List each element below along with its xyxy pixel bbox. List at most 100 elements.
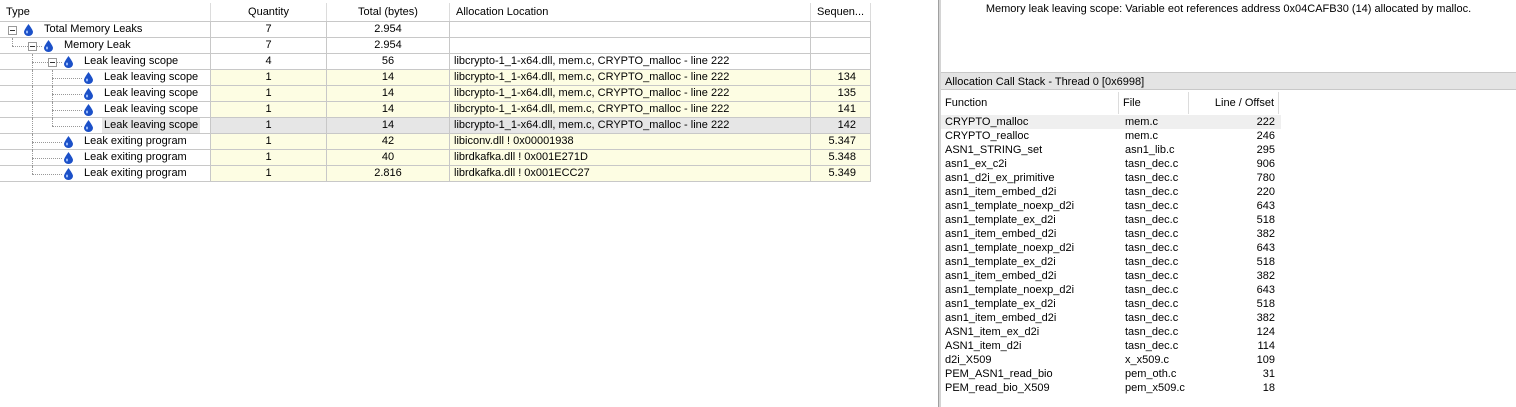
frame-function: PEM_read_bio_X509 (945, 382, 1050, 394)
column-header-type[interactable]: Type (0, 3, 211, 21)
tree-row[interactable]: Memory Leak 7 2.954 (0, 38, 871, 54)
frame-function: CRYPTO_realloc (945, 130, 1029, 142)
call-stack-frame[interactable]: asn1_template_noexp_d2i tasn_dec.c 643 (941, 283, 1281, 297)
row-type-label: Leak exiting program (84, 135, 187, 147)
frame-line-offset: 382 (1256, 228, 1275, 240)
frame-file: tasn_dec.c (1125, 340, 1179, 352)
frame-line-offset: 382 (1256, 312, 1275, 324)
sequence-cell: 141 (811, 102, 871, 118)
sequence-cell (811, 38, 871, 54)
type-cell: Leak exiting program (0, 166, 211, 182)
type-cell: Leak exiting program (0, 134, 211, 150)
call-stack-frame[interactable]: asn1_template_noexp_d2i tasn_dec.c 643 (941, 199, 1281, 213)
water-drop-icon (64, 56, 73, 68)
frame-file: tasn_dec.c (1125, 200, 1179, 212)
call-stack-frame[interactable]: asn1_item_embed_d2i tasn_dec.c 220 (941, 185, 1281, 199)
frame-function: ASN1_STRING_set (945, 144, 1043, 156)
allocation-location-cell (450, 38, 811, 54)
call-stack-frame[interactable]: PEM_read_bio_X509 pem_x509.c 18 (941, 381, 1281, 395)
frame-file: tasn_dec.c (1125, 186, 1179, 198)
call-stack-frame[interactable]: PEM_ASN1_read_bio pem_oth.c 31 (941, 367, 1281, 381)
tree-connector (32, 54, 33, 70)
frame-file: tasn_dec.c (1125, 172, 1179, 184)
total-bytes-cell: 56 (327, 54, 450, 70)
call-stack-frame[interactable]: ASN1_item_d2i tasn_dec.c 114 (941, 339, 1281, 353)
sequence-cell: 5.347 (811, 134, 871, 150)
tree-connector (32, 62, 62, 63)
call-stack-frame[interactable]: CRYPTO_realloc mem.c 246 (941, 129, 1281, 143)
collapse-box-icon[interactable] (8, 26, 17, 35)
call-stack-frame[interactable]: asn1_template_noexp_d2i tasn_dec.c 643 (941, 241, 1281, 255)
frame-file: tasn_dec.c (1125, 214, 1179, 226)
frame-line-offset: 18 (1262, 382, 1275, 394)
tree-connector (52, 126, 82, 127)
call-stack-frame[interactable]: asn1_item_embed_d2i tasn_dec.c 382 (941, 227, 1281, 241)
call-stack-frame[interactable]: asn1_template_ex_d2i tasn_dec.c 518 (941, 255, 1281, 269)
frame-line-offset: 643 (1256, 284, 1275, 296)
frame-line-offset: 295 (1256, 144, 1275, 156)
frame-line-offset: 906 (1256, 158, 1275, 170)
quantity-cell: 1 (211, 86, 327, 102)
tree-connector (52, 70, 53, 86)
column-header-line-offset[interactable]: Line / Offset (1189, 92, 1279, 114)
call-stack-frame[interactable]: asn1_item_embed_d2i tasn_dec.c 382 (941, 269, 1281, 283)
row-type-label: Leak leaving scope (84, 55, 179, 67)
frame-file: mem.c (1125, 116, 1158, 128)
water-drop-icon (64, 168, 73, 180)
call-stack-header: Function File Line / Offset (941, 92, 1281, 114)
tree-row[interactable]: Total Memory Leaks 7 2.954 (0, 22, 871, 38)
tree-connector (52, 102, 53, 118)
collapse-box-icon[interactable] (28, 42, 37, 51)
frame-line-offset: 643 (1256, 242, 1275, 254)
tree-row[interactable]: Leak exiting program 1 2.816 librdkafka.dll… (0, 166, 871, 182)
quantity-cell: 7 (211, 22, 327, 38)
call-stack-frame[interactable]: asn1_ex_c2i tasn_dec.c 906 (941, 157, 1281, 171)
column-header-function[interactable]: Function (941, 92, 1119, 114)
frame-line-offset: 114 (1257, 340, 1275, 352)
total-bytes-cell: 14 (327, 118, 450, 134)
tree-row[interactable]: Leak exiting program 1 40 librdkafka.dll ! … (0, 150, 871, 166)
quantity-cell: 1 (211, 134, 327, 150)
call-stack-frame[interactable]: ASN1_STRING_set asn1_lib.c 295 (941, 143, 1281, 157)
call-stack-frame[interactable]: d2i_X509 x_x509.c 109 (941, 353, 1281, 367)
row-type-label: Memory Leak (64, 39, 131, 51)
tree-row[interactable]: Leak leaving scope 1 14 libcrypto-1_1-x64.d… (0, 70, 871, 86)
tree-row[interactable]: Leak leaving scope 1 14 libcrypto-1_1-x64.d… (0, 102, 871, 118)
row-type-label: Leak leaving scope (102, 118, 201, 133)
call-stack-frame[interactable]: asn1_item_embed_d2i tasn_dec.c 382 (941, 311, 1281, 325)
call-stack-frame[interactable]: asn1_template_ex_d2i tasn_dec.c 518 (941, 297, 1281, 311)
tree-connector (52, 118, 53, 126)
call-stack-frame[interactable]: CRYPTO_malloc mem.c 222 (941, 115, 1281, 129)
tree-row[interactable]: Leak exiting program 1 42 libiconv.dll ! 0x… (0, 134, 871, 150)
tree-connector (32, 118, 33, 134)
frame-file: tasn_dec.c (1125, 228, 1179, 240)
call-stack-frame[interactable]: asn1_template_ex_d2i tasn_dec.c 518 (941, 213, 1281, 227)
column-header-quantity[interactable]: Quantity (211, 3, 327, 21)
allocation-location-cell: libcrypto-1_1-x64.dll, mem.c, CRYPTO_mal… (450, 102, 811, 118)
column-header-sequence[interactable]: Sequen... (811, 3, 871, 21)
frame-line-offset: 220 (1256, 186, 1275, 198)
frame-line-offset: 518 (1256, 298, 1275, 310)
tree-row[interactable]: Leak leaving scope 4 56 libcrypto-1_1-x64.d… (0, 54, 871, 70)
frame-line-offset: 31 (1262, 368, 1275, 380)
frame-function: asn1_ex_c2i (945, 158, 1007, 170)
frame-file: tasn_dec.c (1125, 270, 1179, 282)
tree-connector (32, 102, 33, 118)
frame-function: asn1_template_noexp_d2i (945, 242, 1075, 254)
leak-table-header: Type Quantity Total (bytes) Allocation L… (0, 3, 871, 22)
collapse-box-icon[interactable] (48, 58, 57, 67)
frame-function: ASN1_item_ex_d2i (945, 326, 1040, 338)
frame-line-offset: 222 (1256, 116, 1275, 128)
column-header-file[interactable]: File (1119, 92, 1189, 114)
call-stack-frame[interactable]: asn1_d2i_ex_primitive tasn_dec.c 780 (941, 171, 1281, 185)
frame-function: asn1_item_embed_d2i (945, 186, 1057, 198)
column-header-location[interactable]: Allocation Location (450, 3, 811, 21)
quantity-cell: 4 (211, 54, 327, 70)
frame-function: ASN1_item_d2i (945, 340, 1022, 352)
tree-connector (32, 86, 33, 102)
column-header-total[interactable]: Total (bytes) (327, 3, 450, 21)
type-cell: Leak leaving scope (0, 118, 211, 134)
call-stack-frame[interactable]: ASN1_item_ex_d2i tasn_dec.c 124 (941, 325, 1281, 339)
tree-row[interactable]: Leak leaving scope 1 14 libcrypto-1_1-x64.d… (0, 118, 871, 134)
tree-row[interactable]: Leak leaving scope 1 14 libcrypto-1_1-x64.d… (0, 86, 871, 102)
